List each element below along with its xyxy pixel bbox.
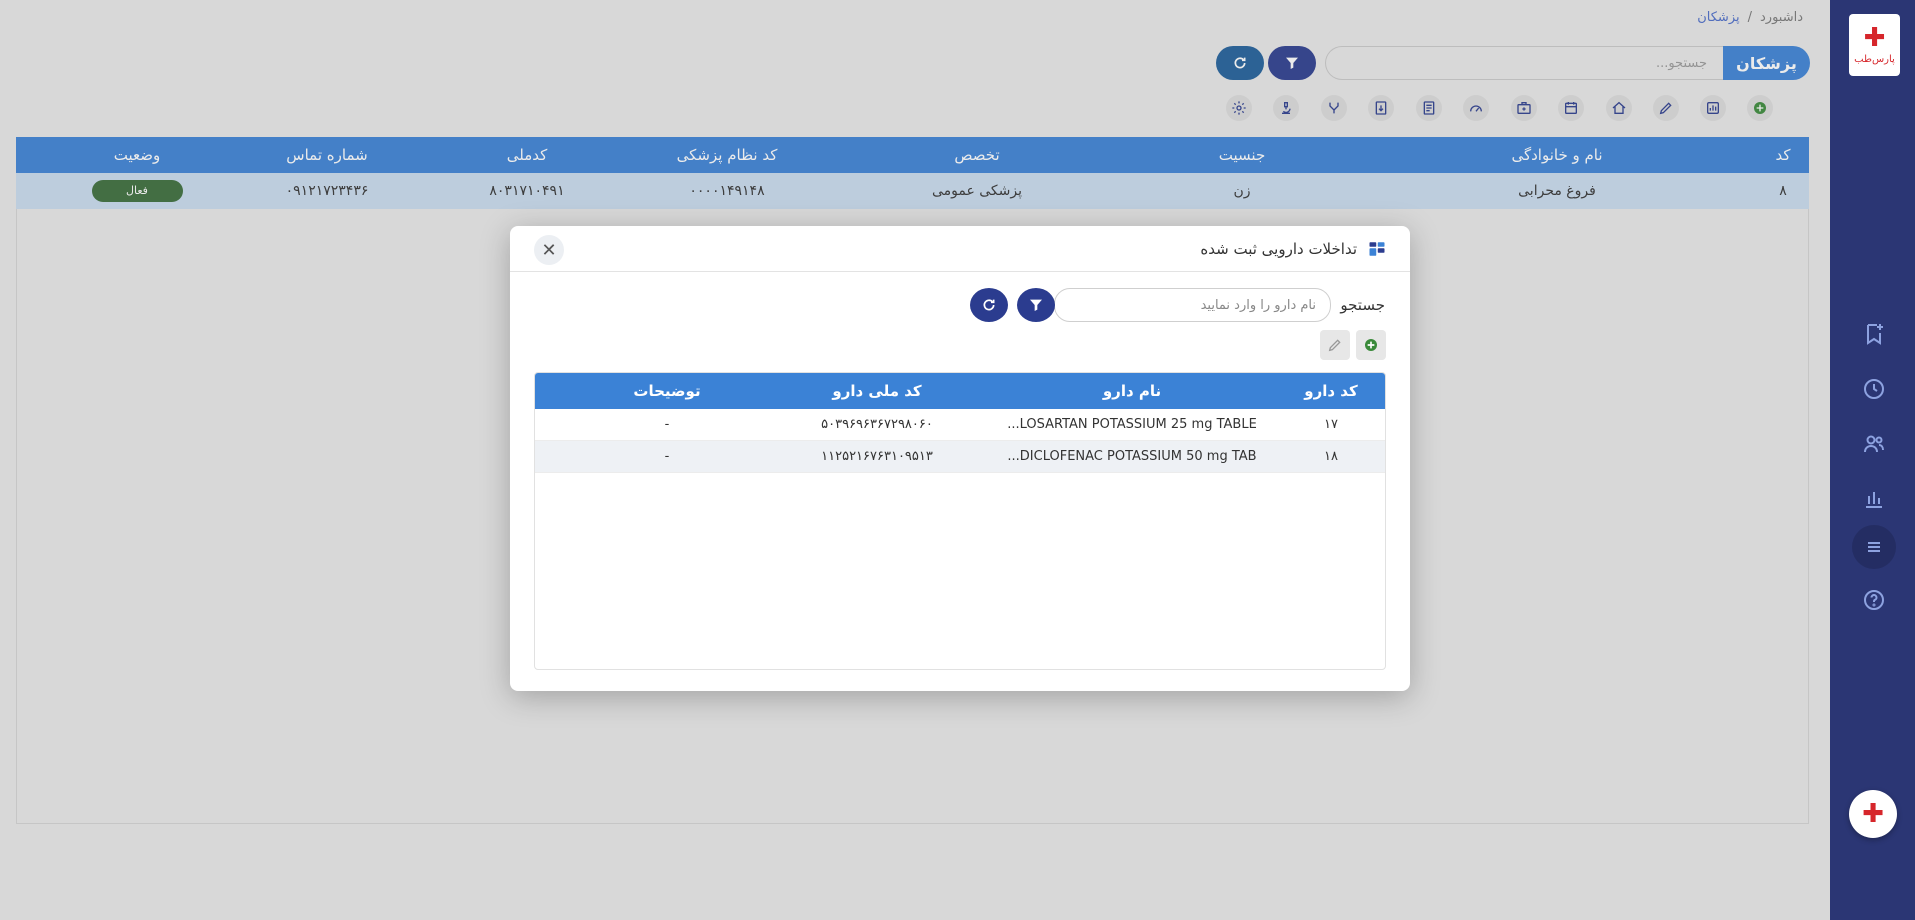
col-drug-code[interactable]: کد دارو xyxy=(1277,382,1385,400)
cell-drug-national-code: ۵۰۳۹۶۹۶۳۶۷۲۹۸۰۶۰ xyxy=(821,417,933,432)
edit-icon xyxy=(1328,339,1341,352)
modal-title: تداخلات دارویی ثبت شده xyxy=(1200,240,1357,258)
table-row[interactable]: ۱۸ DICLOFENAC POTASSIUM 50 mg TAB... ۱۱۲… xyxy=(535,441,1385,473)
refresh-icon xyxy=(983,299,995,311)
modal-header: تداخلات دارویی ثبت شده ✕ xyxy=(510,226,1410,272)
medical-cross-icon: ✚ xyxy=(1862,799,1884,829)
support-logo[interactable]: ✚ xyxy=(1849,790,1897,838)
add-drug-button[interactable] xyxy=(1356,330,1386,360)
bookmark-add-icon[interactable] xyxy=(1859,319,1889,349)
app-logo[interactable]: ✚ پارس‌طب xyxy=(1849,14,1900,76)
sidebar: ✚ پارس‌طب ✚ xyxy=(1830,0,1915,920)
interactions-table: کد دارو نام دارو کد ملی دارو توضیحات ۱۷ … xyxy=(534,372,1386,670)
col-drug-name[interactable]: نام دارو xyxy=(987,382,1277,400)
clock-icon[interactable] xyxy=(1859,374,1889,404)
drug-search-input[interactable]: نام دارو را وارد نمایید xyxy=(1054,288,1331,322)
cell-drug-name: LOSARTAN POTASSIUM 25 mg TABLE... xyxy=(1007,417,1257,432)
col-drug-national-code[interactable]: کد ملی دارو xyxy=(767,382,987,400)
filter-icon xyxy=(1030,299,1042,311)
help-icon[interactable] xyxy=(1859,585,1889,615)
logo-text: پارس‌طب xyxy=(1854,53,1895,65)
col-description[interactable]: توضیحات xyxy=(567,382,767,400)
modal-filter-button[interactable] xyxy=(1017,288,1055,322)
users-icon[interactable] xyxy=(1859,429,1889,459)
cell-drug-code: ۱۷ xyxy=(1324,417,1338,432)
add-icon xyxy=(1365,339,1377,351)
close-icon: ✕ xyxy=(541,239,557,261)
cell-description: - xyxy=(664,449,670,464)
table-row[interactable]: ۱۷ LOSARTAN POTASSIUM 25 mg TABLE... ۵۰۳… xyxy=(535,409,1385,441)
close-button[interactable]: ✕ xyxy=(534,235,564,265)
search-label: جستجو xyxy=(1340,296,1385,314)
cell-description: - xyxy=(664,417,670,432)
interactions-icon xyxy=(1369,242,1385,256)
bar-chart-icon[interactable] xyxy=(1859,484,1889,514)
menu-icon[interactable] xyxy=(1852,525,1896,569)
interactions-table-header: کد دارو نام دارو کد ملی دارو توضیحات xyxy=(535,373,1385,409)
drug-interactions-modal: تداخلات دارویی ثبت شده ✕ جستجو نام دارو … xyxy=(510,226,1410,691)
cell-drug-national-code: ۱۱۲۵۲۱۶۷۶۳۱۰۹۵۱۳ xyxy=(821,449,933,464)
edit-drug-button[interactable] xyxy=(1320,330,1350,360)
cell-drug-code: ۱۸ xyxy=(1324,449,1338,464)
modal-refresh-button[interactable] xyxy=(970,288,1008,322)
cell-drug-name: DICLOFENAC POTASSIUM 50 mg TAB... xyxy=(1007,449,1257,464)
medical-cross-icon: ✚ xyxy=(1863,22,1886,53)
